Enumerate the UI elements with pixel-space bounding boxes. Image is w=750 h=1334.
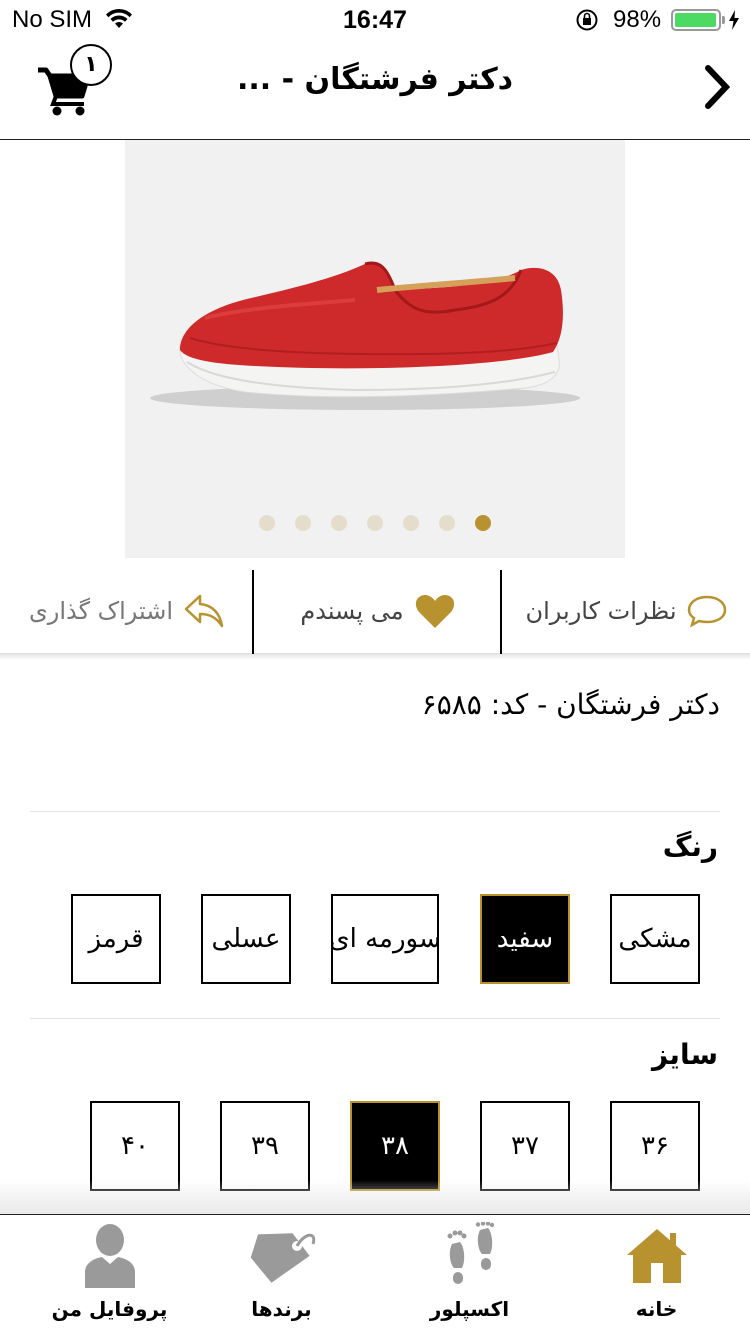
- tab-explore-label: اکسپلور: [429, 1297, 510, 1321]
- footprints-icon: [447, 1222, 494, 1284]
- heart-icon: [415, 595, 454, 628]
- carousel-dot[interactable]: [367, 515, 383, 531]
- cart-count-badge: ۱: [70, 44, 112, 86]
- battery-tip: [722, 16, 725, 24]
- tab-profile-label: پروفایل من: [51, 1297, 168, 1321]
- comments-button[interactable]: نظرات کاربران: [502, 568, 750, 654]
- color_section-option[interactable]: مشکی: [610, 894, 700, 984]
- battery-level: [675, 13, 716, 27]
- battery-percent: 98%: [613, 6, 662, 33]
- color-section-title: رنگ: [662, 830, 718, 863]
- color_section-option[interactable]: سورمه ای: [329, 894, 441, 984]
- tab-brands-label: برندها: [251, 1297, 312, 1321]
- carousel-dot[interactable]: [295, 515, 311, 531]
- carousel-dot[interactable]: [403, 515, 419, 531]
- product-code: دکتر فرشتگان - کد: ۶۵۸۵: [421, 688, 720, 721]
- shadow: [0, 654, 750, 660]
- tab-brands[interactable]: برندها: [188, 1215, 375, 1334]
- size_section-option[interactable]: ۳۶: [610, 1101, 700, 1191]
- shoe-image: [150, 261, 580, 410]
- carousel-dot[interactable]: [259, 515, 275, 531]
- like-button[interactable]: می پسندم: [254, 568, 502, 654]
- carousel-dot[interactable]: [439, 515, 455, 531]
- product-image-carousel[interactable]: [125, 140, 625, 558]
- tab-home-label: خانه: [635, 1297, 678, 1321]
- separator: [30, 811, 720, 812]
- chevron-right-icon[interactable]: [702, 64, 732, 110]
- product-actions-bar: نظرات کاربران می پسندم اشتراک گذاری: [0, 568, 750, 654]
- comments-label: نظرات کاربران: [525, 597, 677, 625]
- carousel-dot[interactable]: [475, 515, 491, 531]
- tab-bar: خانه اکسپلور برندها پروفایل من: [0, 1214, 750, 1334]
- size_section-option[interactable]: ۳۹: [220, 1101, 310, 1191]
- tab-home[interactable]: خانه: [563, 1215, 750, 1334]
- separator: [30, 1018, 720, 1019]
- charging-icon: [729, 10, 739, 30]
- carousel-dot[interactable]: [331, 515, 347, 531]
- color_section-option[interactable]: قرمز: [71, 894, 161, 984]
- carousel-dots: [125, 515, 625, 531]
- tab-profile[interactable]: پروفایل من: [16, 1215, 203, 1334]
- navigation-bar: ۱ دکتر فرشتگان - ...: [0, 40, 750, 140]
- orientation-lock-icon: [576, 9, 598, 31]
- tag-icon: [250, 1233, 315, 1283]
- color_section-option[interactable]: عسلی: [201, 894, 291, 984]
- chat-bubble-icon: [687, 595, 726, 628]
- status-bar: No SIM 16:47 98%: [0, 0, 750, 40]
- size_section-option[interactable]: ۴۰: [90, 1101, 180, 1191]
- scroll-fade: [0, 1180, 750, 1215]
- like-label: می پسندم: [300, 597, 404, 625]
- size_section-option[interactable]: ۳۷: [480, 1101, 570, 1191]
- size-section-title: سایز: [652, 1038, 718, 1071]
- share-button[interactable]: اشتراک گذاری: [0, 568, 254, 654]
- share-label: اشتراک گذاری: [28, 597, 174, 625]
- user-icon: [84, 1224, 135, 1288]
- battery-icon: [671, 9, 721, 31]
- page-title: دکتر فرشتگان - ...: [236, 62, 514, 97]
- home-icon: [626, 1229, 687, 1283]
- color_section-option[interactable]: سفید: [480, 894, 570, 984]
- tab-explore[interactable]: اکسپلور: [376, 1215, 563, 1334]
- share-reply-icon: [184, 594, 224, 628]
- size_section-option[interactable]: ۳۸: [350, 1101, 440, 1191]
